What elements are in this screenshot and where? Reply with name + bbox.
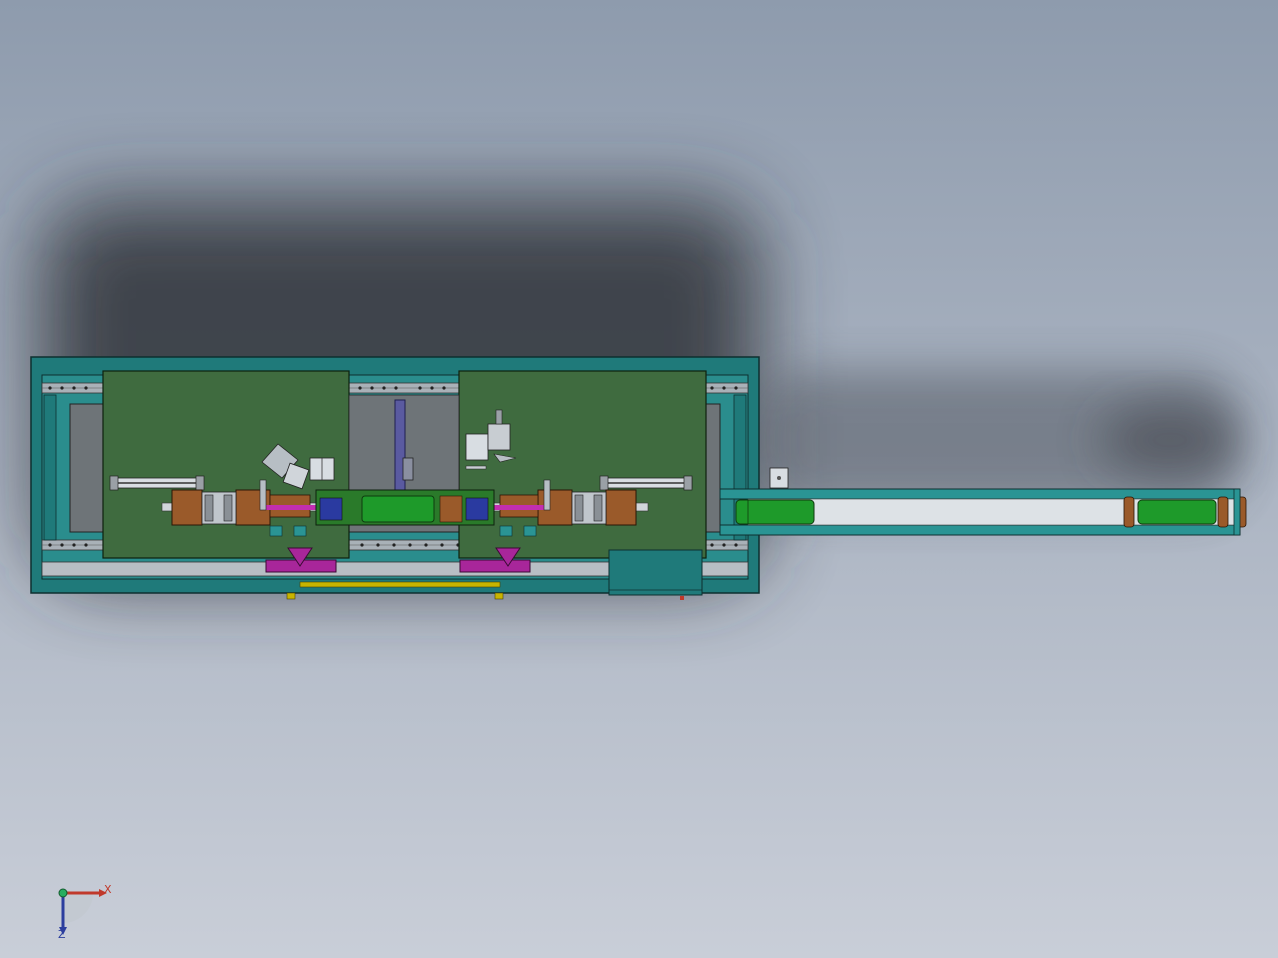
y-axis-dot (58, 888, 68, 898)
x-axis-label: X (104, 883, 112, 896)
outfeed-tube-2 (1137, 499, 1217, 525)
z-axis-label: Z (58, 928, 66, 941)
left-pneumatic-cylinder (109, 475, 205, 491)
cad-viewport[interactable]: X Z (0, 0, 1278, 958)
right-carriage-plate (458, 370, 707, 559)
control-box (608, 549, 703, 600)
cad-drawing: X Z (0, 0, 1278, 958)
right-pneumatic-cylinder (599, 475, 693, 491)
